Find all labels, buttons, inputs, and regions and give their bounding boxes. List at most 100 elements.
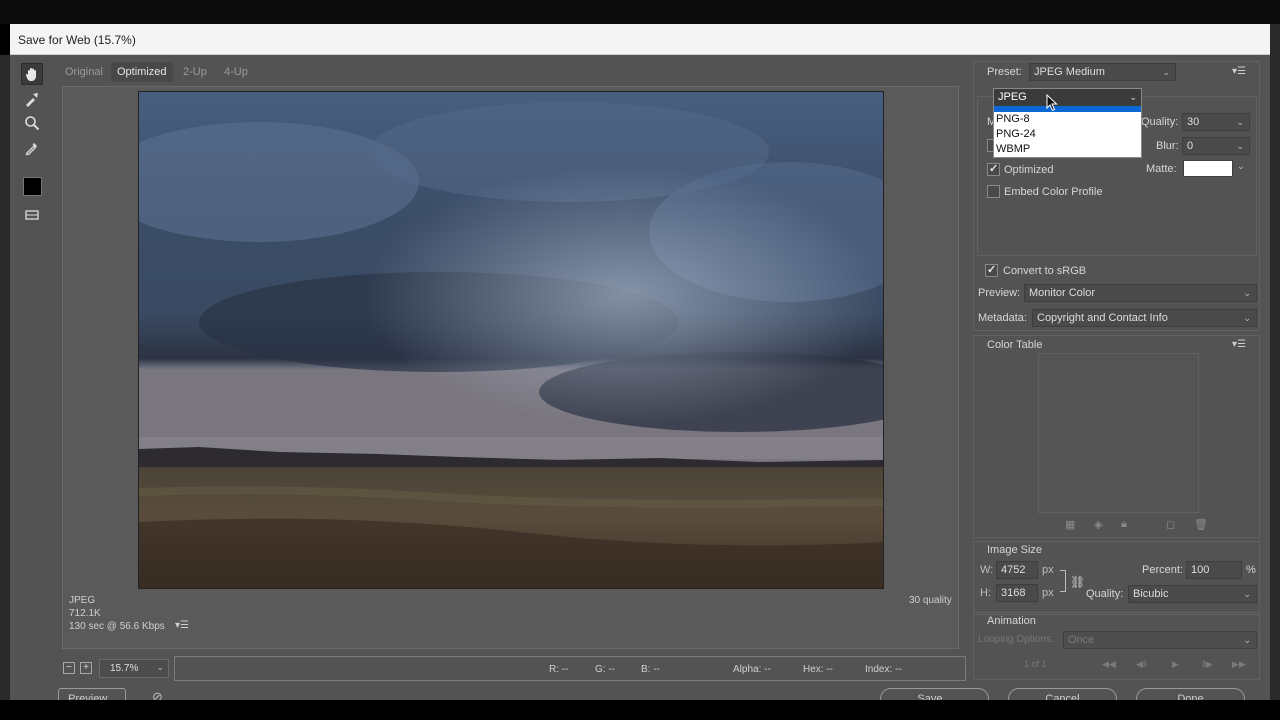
- chevron-down-icon: ⌄: [156, 662, 164, 672]
- color-table-title: Color Table: [987, 339, 1043, 351]
- percent-label: Percent:: [1142, 564, 1183, 576]
- eyedropper-icon[interactable]: [21, 137, 43, 159]
- preset-label: Preset:: [987, 66, 1022, 78]
- toggle-slices-icon[interactable]: [21, 204, 43, 226]
- preset-select[interactable]: JPEG Medium ⌄: [1029, 63, 1176, 81]
- chevron-down-icon: ⌄: [1129, 92, 1137, 102]
- percent-value: 100: [1191, 564, 1210, 576]
- height-input[interactable]: 3168: [996, 584, 1038, 602]
- convert-srgb-label: Convert to sRGB: [1003, 265, 1087, 277]
- blur-label: Blur:: [1156, 140, 1179, 152]
- embed-color-profile-checkbox[interactable]: [987, 185, 1000, 198]
- preview-value: Monitor Color: [1029, 287, 1096, 299]
- constrain-bracket: [1060, 570, 1066, 592]
- frame-counter: 1 of 1: [1024, 659, 1047, 669]
- info-quality: 30 quality: [909, 595, 952, 606]
- chevron-down-icon: ⌄: [1236, 117, 1244, 127]
- link-icon[interactable]: ⛓︎: [1070, 575, 1085, 589]
- eyedropper-color-swatch[interactable]: [23, 177, 42, 196]
- format-select[interactable]: JPEG ⌄: [994, 89, 1141, 106]
- info-format: JPEG: [69, 595, 96, 606]
- resample-quality-label: Quality:: [1086, 588, 1124, 600]
- height-unit: px: [1042, 587, 1054, 599]
- map-transparency-icon[interactable]: ▦: [1065, 518, 1075, 531]
- tab-2-up[interactable]: 2-Up: [177, 62, 213, 82]
- looping-select: Once ⌄: [1063, 631, 1257, 649]
- metadata-select[interactable]: Copyright and Contact Info ⌄: [1032, 309, 1257, 327]
- left-edge: [0, 55, 10, 700]
- resample-quality-select[interactable]: Bicubic ⌄: [1128, 585, 1257, 603]
- play-icon: ▶: [1172, 659, 1179, 669]
- chevron-down-icon: ⌄: [1243, 288, 1251, 298]
- slice-select-icon[interactable]: [21, 88, 43, 110]
- tab-original[interactable]: Original: [59, 62, 109, 82]
- download-menu-icon[interactable]: ▾☰: [175, 620, 189, 631]
- tab-4-up[interactable]: 4-Up: [218, 62, 254, 82]
- format-selected-value: JPEG: [998, 91, 1027, 103]
- width-input[interactable]: 4752: [996, 561, 1038, 579]
- trash-icon[interactable]: 🗑︎: [1194, 518, 1208, 531]
- right-edge: [1270, 24, 1280, 700]
- format-option-png24[interactable]: PNG-24: [996, 128, 1036, 140]
- blur-input[interactable]: 0 ⌄: [1182, 137, 1250, 155]
- optimized-label: Optimized: [1004, 164, 1054, 176]
- zoom-out-button[interactable]: −: [63, 662, 75, 674]
- mouse-cursor-icon: [1046, 94, 1058, 112]
- zoom-level-select[interactable]: 15.7% ⌄: [99, 659, 169, 678]
- format-dropdown-menu[interactable]: JPEG ⌄ PNG-8 PNG-24 WBMP: [993, 88, 1142, 158]
- new-color-icon[interactable]: ◻: [1166, 518, 1175, 531]
- convert-srgb-checkbox[interactable]: [985, 263, 998, 277]
- readout-b: B: --: [641, 664, 660, 675]
- screen-top-band: [0, 0, 1280, 24]
- lock-icon[interactable]: 🔒︎: [1121, 518, 1127, 531]
- preview-canvas[interactable]: JPEG 712.1K 130 sec @ 56.6 Kbps ▾☰ 30 qu…: [62, 86, 959, 649]
- readout-g: G: --: [595, 664, 615, 675]
- zoom-icon[interactable]: [21, 112, 43, 134]
- zoom-level-value: 15.7%: [110, 663, 139, 674]
- resample-quality-value: Bicubic: [1133, 588, 1169, 600]
- format-option-png8[interactable]: PNG-8: [996, 113, 1030, 125]
- optimized-checkbox[interactable]: [987, 162, 1000, 176]
- first-frame-icon: ◀◀: [1102, 659, 1116, 669]
- info-file-size: 712.1K: [69, 608, 101, 619]
- zoom-in-button[interactable]: +: [80, 662, 92, 674]
- format-option-jpeg-highlight[interactable]: [994, 106, 1141, 112]
- matte-label: Matte:: [1146, 163, 1177, 175]
- color-readout: R: -- G: -- B: -- Alpha: -- Hex: -- Inde…: [174, 656, 966, 681]
- hand-icon[interactable]: [21, 63, 43, 85]
- quality-label: Quality:: [1141, 116, 1179, 128]
- tab-optimized[interactable]: Optimized: [111, 62, 173, 82]
- title-bar: Save for Web (15.7%): [10, 24, 1270, 55]
- optimize-menu-icon[interactable]: ▾☰: [1232, 66, 1246, 77]
- quality-input[interactable]: 30 ⌄: [1182, 113, 1250, 131]
- preview-label: Preview:: [978, 287, 1021, 299]
- width-value: 4752: [1001, 564, 1026, 576]
- preview-select[interactable]: Monitor Color ⌄: [1024, 284, 1257, 302]
- last-frame-icon: ▶▶: [1232, 659, 1246, 669]
- metadata-value: Copyright and Contact Info: [1037, 312, 1168, 324]
- height-label: H:: [980, 587, 991, 599]
- chevron-down-icon: ⌄: [1243, 635, 1251, 645]
- color-table-grid: [1038, 353, 1199, 513]
- chevron-down-icon: ⌄: [1243, 589, 1251, 599]
- readout-index: Index: --: [865, 664, 902, 675]
- looping-value: Once: [1068, 634, 1095, 646]
- format-option-wbmp[interactable]: WBMP: [996, 143, 1030, 155]
- web-snap-icon[interactable]: ◈: [1094, 518, 1102, 531]
- metadata-label: Metadata:: [978, 312, 1027, 324]
- animation-title: Animation: [987, 615, 1036, 627]
- readout-hex: Hex: --: [803, 664, 833, 675]
- width-unit: px: [1042, 564, 1054, 576]
- matte-color-swatch[interactable]: [1183, 160, 1233, 177]
- next-frame-icon: ‖▶: [1202, 659, 1213, 669]
- color-table-menu-icon[interactable]: ▾☰: [1232, 339, 1246, 350]
- window-title: Save for Web (15.7%): [18, 33, 136, 47]
- image-size-title: Image Size: [987, 544, 1043, 556]
- readout-alpha: Alpha: --: [733, 664, 771, 675]
- percent-input[interactable]: 100: [1186, 561, 1242, 579]
- blur-value: 0: [1187, 140, 1194, 152]
- chevron-down-icon[interactable]: ⌄: [1237, 161, 1245, 172]
- status-bar: − + 15.7% ⌄ R: -- G: -- B: -- Alpha: -- …: [56, 656, 966, 681]
- chevron-down-icon: ⌄: [1243, 313, 1251, 323]
- optimized-image-preview[interactable]: [138, 91, 884, 589]
